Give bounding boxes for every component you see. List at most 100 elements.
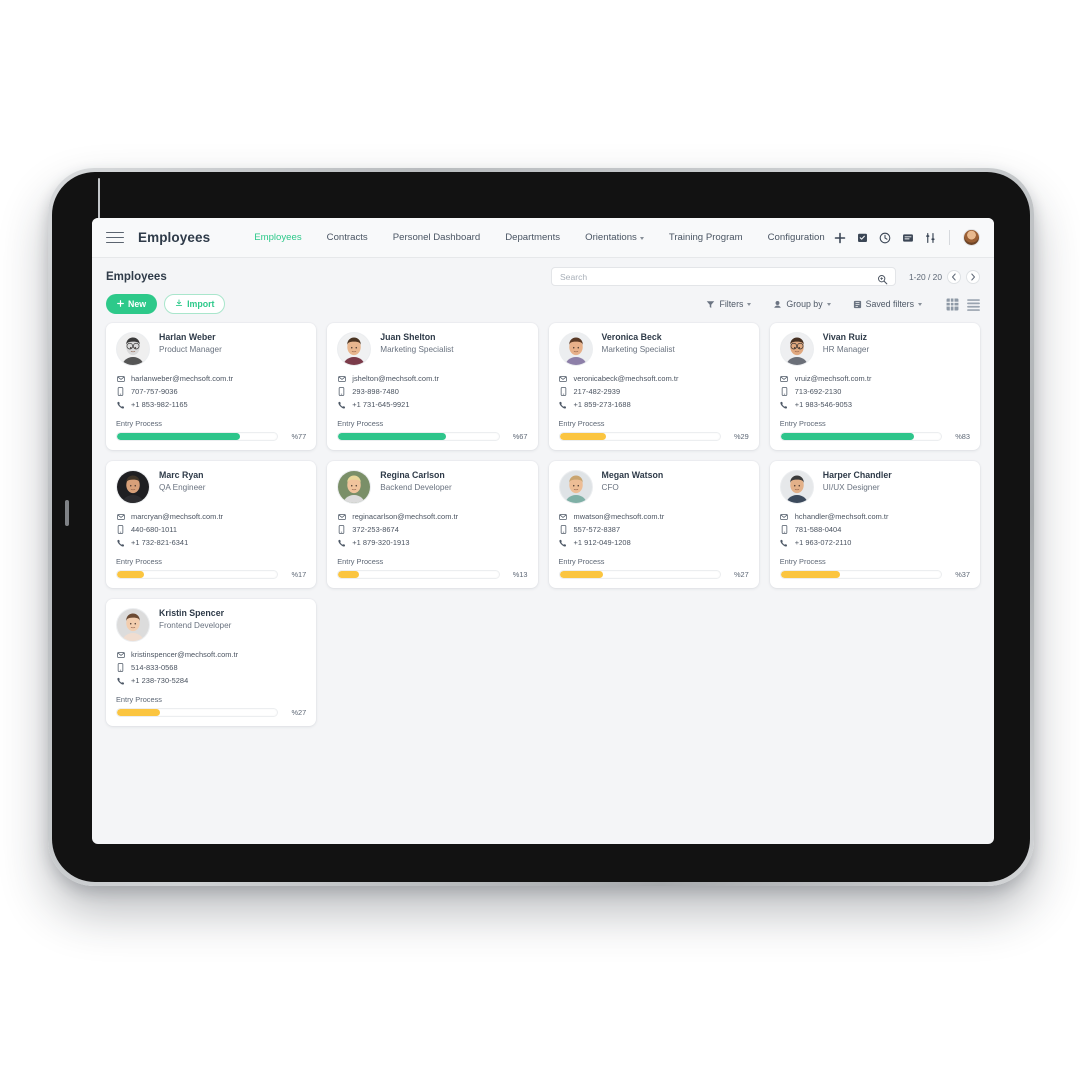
- contact-mobile[interactable]: 217-482-2939: [559, 387, 749, 396]
- nav-item-departments[interactable]: Departments: [505, 232, 560, 243]
- mobile-text: 372-253-8674: [352, 525, 399, 534]
- avatar[interactable]: [963, 229, 980, 246]
- plus-icon[interactable]: [834, 232, 846, 244]
- search-field[interactable]: [550, 267, 896, 286]
- entry-process-label: Entry Process: [779, 557, 826, 566]
- control-bar-row-top: Employees 1-20 / 20: [106, 267, 980, 286]
- email-text: jshelton@mechsoft.com.tr: [352, 374, 439, 383]
- phone-icon: [559, 539, 568, 547]
- contact-email[interactable]: marcryan@mechsoft.com.tr: [116, 512, 306, 521]
- phone-icon: [559, 401, 568, 409]
- contact-phone[interactable]: +1 912-049-1208: [559, 538, 749, 547]
- contact-phone[interactable]: +1 238-730-5284: [116, 676, 306, 685]
- employee-avatar: [337, 470, 372, 504]
- employee-card[interactable]: Regina Carlson Backend Developer reginacar…: [327, 461, 538, 588]
- contact-phone[interactable]: +1 963-072-2110: [780, 538, 970, 547]
- action-buttons: New Import: [106, 294, 706, 314]
- contact-phone[interactable]: +1 879-320-1913: [337, 538, 527, 547]
- phone-text: +1 731-645-9921: [352, 400, 410, 409]
- contact-mobile[interactable]: 713-692-2130: [780, 387, 970, 396]
- employee-role: Backend Developer: [380, 482, 452, 492]
- nav-item-configuration[interactable]: Configuration: [768, 232, 825, 243]
- phone-icon: [337, 401, 346, 409]
- hamburger-menu-icon[interactable]: [106, 228, 124, 246]
- mobile-icon: [116, 663, 125, 672]
- nav-item-employees[interactable]: Employees: [254, 232, 301, 243]
- contact-email[interactable]: kristinspencer@mechsoft.com.tr: [116, 650, 306, 659]
- progress-bar-fill: [559, 433, 606, 440]
- volume-button[interactable]: [65, 500, 69, 526]
- employee-card[interactable]: Megan Watson CFO mwatson@mechsoft.com.tr 55…: [548, 461, 759, 588]
- entry-process-row: %37: [779, 570, 970, 579]
- employee-card[interactable]: Vivan Ruiz HR Manager vruiz@mechsoft.com.t…: [769, 323, 980, 450]
- employee-card[interactable]: Juan Shelton Marketing Specialist jshelton…: [327, 323, 538, 450]
- contact-email[interactable]: mwatson@mechsoft.com.tr: [559, 512, 749, 521]
- grid-view-toggle[interactable]: [946, 298, 959, 311]
- mobile-icon: [337, 387, 346, 396]
- contact-mobile[interactable]: 372-253-8674: [337, 525, 527, 534]
- contact-mobile[interactable]: 707-757-9036: [116, 387, 306, 396]
- filter-filters-button[interactable]: Filters: [706, 299, 752, 309]
- employee-card[interactable]: Veronica Beck Marketing Specialist veronic…: [548, 323, 759, 450]
- contact-mobile[interactable]: 440-680-1011: [116, 525, 306, 534]
- nav-item-label: Employees: [254, 232, 302, 243]
- contact-mobile[interactable]: 557-572-8387: [559, 525, 749, 534]
- entry-process-label: Entry Process: [116, 695, 163, 704]
- contact-email[interactable]: veronicabeck@mechsoft.com.tr: [559, 374, 749, 383]
- filter-group-by-button[interactable]: Group by: [773, 299, 831, 309]
- filter-saved-filters-button[interactable]: Saved filters: [853, 299, 922, 309]
- import-button[interactable]: Import: [164, 294, 226, 314]
- view-toggles: [946, 298, 980, 311]
- progress-percent: %37: [955, 570, 970, 579]
- nav-item-personel-dashboard[interactable]: Personel Dashboard: [393, 232, 480, 243]
- calendar-check-icon[interactable]: [857, 232, 868, 243]
- contact-mobile[interactable]: 514-833-0568: [116, 663, 306, 672]
- employee-card[interactable]: Harlan Weber Product Manager harlanweber@m…: [106, 323, 317, 450]
- search-icon[interactable]: [877, 272, 888, 290]
- new-button[interactable]: New: [106, 294, 158, 314]
- nav-item-contracts[interactable]: Contracts: [327, 232, 368, 243]
- nav-item-orientations[interactable]: Orientations: [585, 232, 644, 243]
- phone-icon: [780, 539, 789, 547]
- card-header: Marc Ryan QA Engineer: [116, 470, 306, 504]
- contact-email[interactable]: vruiz@mechsoft.com.tr: [780, 374, 970, 383]
- contact-phone[interactable]: +1 732-821-6341: [116, 538, 306, 547]
- contact-phone[interactable]: +1 859-273-1688: [559, 400, 749, 409]
- bookmark-icon: [853, 300, 862, 309]
- employee-card[interactable]: Harper Chandler UI/UX Designer hchandler@m…: [769, 461, 980, 588]
- employee-card[interactable]: Marc Ryan QA Engineer marcryan@mechsoft.co…: [106, 461, 317, 588]
- nav-item-training-program[interactable]: Training Program: [669, 232, 743, 243]
- contact-mobile[interactable]: 293-898-7480: [337, 387, 527, 396]
- nav-item-label: Training Program: [668, 232, 743, 243]
- mail-icon: [337, 375, 346, 383]
- employee-name: Juan Shelton: [380, 332, 436, 342]
- contact-phone[interactable]: +1 983-546-9053: [780, 400, 970, 409]
- contact-list: reginacarlson@mechsoft.com.tr 372-253-867…: [337, 512, 527, 547]
- phone-icon: [337, 539, 346, 547]
- contact-mobile[interactable]: 781-588-0404: [780, 525, 970, 534]
- contact-phone[interactable]: +1 853-982-1165: [116, 400, 306, 409]
- mobile-icon: [559, 387, 568, 396]
- mail-icon: [780, 375, 789, 383]
- list-view-toggle[interactable]: [967, 298, 980, 311]
- employee-card[interactable]: Kristin Spencer Frontend Developer kristin…: [106, 599, 317, 726]
- employee-identity: Veronica Beck Marketing Specialist: [602, 332, 675, 366]
- employee-name: Megan Watson: [601, 470, 664, 480]
- entry-process-row: %29: [558, 432, 749, 441]
- contact-email[interactable]: jshelton@mechsoft.com.tr: [337, 374, 527, 383]
- contact-email[interactable]: reginacarlson@mechsoft.com.tr: [337, 512, 527, 521]
- sliders-icon[interactable]: [925, 232, 936, 244]
- contact-email[interactable]: harlanweber@mechsoft.com.tr: [116, 374, 306, 383]
- contact-email[interactable]: hchandler@mechsoft.com.tr: [780, 512, 970, 521]
- progress-bar: [337, 570, 500, 579]
- contact-list: hchandler@mechsoft.com.tr 781-588-0404 +1 …: [780, 512, 970, 547]
- clock-icon[interactable]: [879, 232, 891, 244]
- pagination-prev-button[interactable]: [947, 269, 961, 284]
- nav-item-label: Personel Dashboard: [392, 232, 481, 243]
- phone-text: +1 853-982-1165: [131, 400, 188, 409]
- search-input[interactable]: [559, 271, 875, 282]
- message-icon[interactable]: [902, 232, 914, 244]
- contact-phone[interactable]: +1 731-645-9921: [337, 400, 527, 409]
- pagination-next-button[interactable]: [966, 269, 980, 284]
- phone-text: +1 859-273-1688: [573, 400, 631, 409]
